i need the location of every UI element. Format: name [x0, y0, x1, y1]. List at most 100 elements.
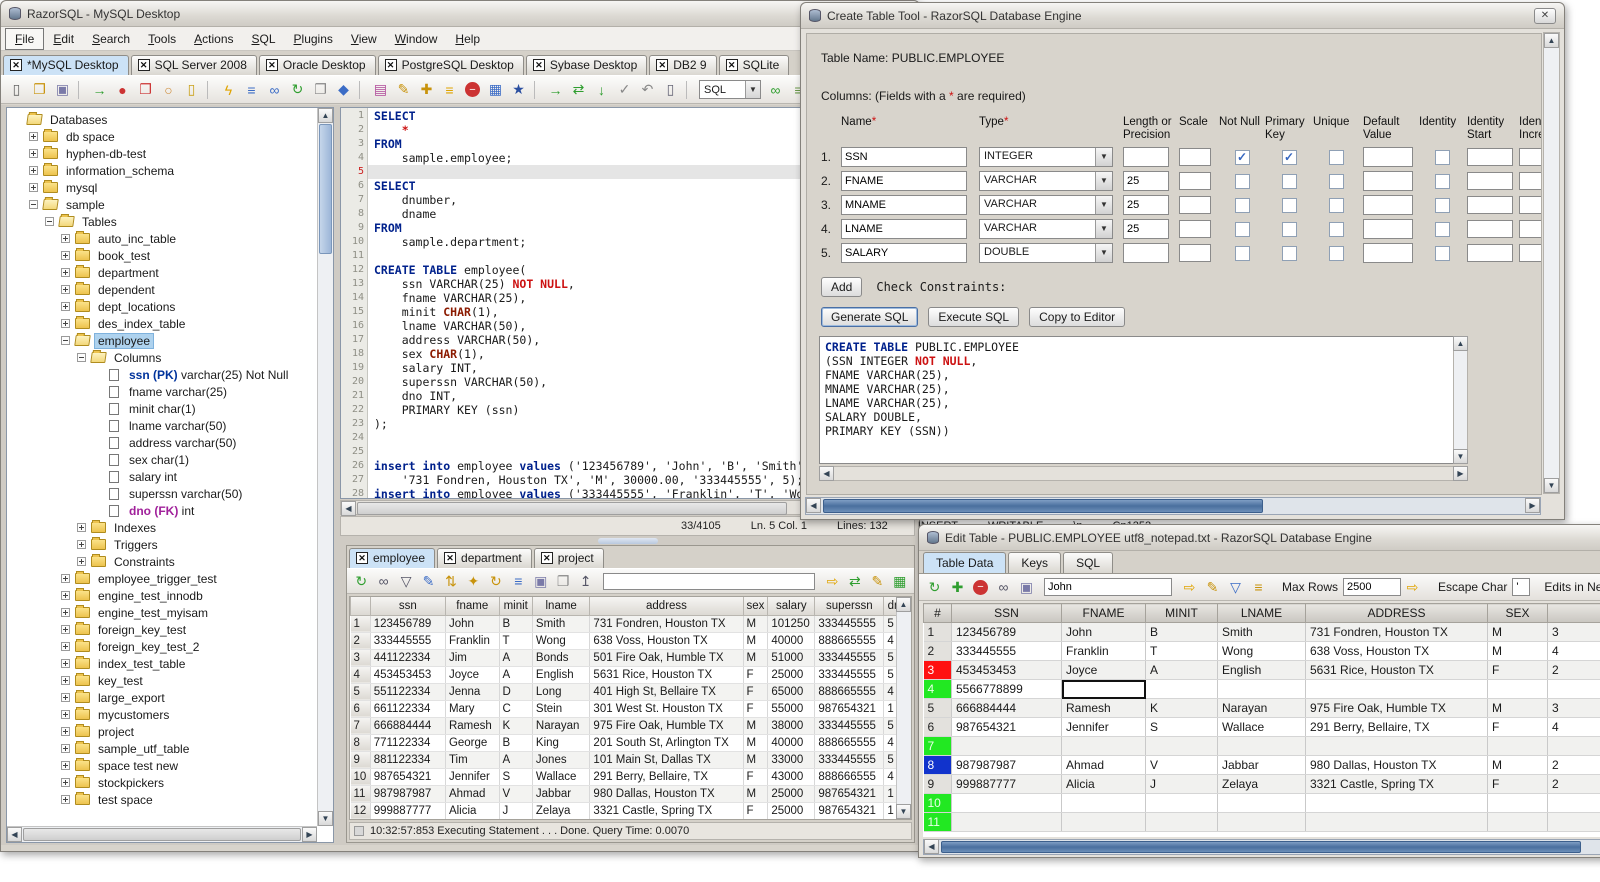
- edit-pencil-icon[interactable]: ✎: [867, 571, 887, 592]
- name-field[interactable]: [841, 195, 967, 215]
- results-cell[interactable]: Jenna: [445, 683, 500, 701]
- table-row[interactable]: 4 453453453 Joyce A English 5631 Rice, Housto…: [350, 666, 911, 684]
- copy-document-icon[interactable]: ❐: [310, 79, 331, 100]
- close-tab-icon[interactable]: ✕: [356, 552, 368, 564]
- tree-item-employee[interactable]: employee: [9, 332, 317, 349]
- edit-cell[interactable]: 4: [1547, 717, 1600, 737]
- results-cell[interactable]: M: [743, 751, 769, 769]
- results-tab-employee[interactable]: ✕ employee: [349, 548, 436, 568]
- edit-cell[interactable]: M: [1487, 755, 1548, 775]
- table-row[interactable]: 4 5566778899: [923, 679, 1600, 699]
- menu-plugins[interactable]: Plugins: [285, 29, 342, 49]
- row-number[interactable]: 11: [350, 785, 371, 803]
- row-number[interactable]: 6: [350, 700, 371, 718]
- results-column-header-sex[interactable]: sex: [742, 597, 769, 616]
- results-cell[interactable]: 661122334: [370, 700, 446, 718]
- results-cell[interactable]: C: [499, 700, 533, 718]
- type-select[interactable]: VARCHAR ▼: [979, 171, 1113, 191]
- row-number[interactable]: 7: [350, 717, 371, 735]
- generate-ddl-icon[interactable]: ▦: [485, 79, 506, 100]
- table-row[interactable]: 10: [923, 793, 1600, 813]
- results-column-header-minit[interactable]: minit: [498, 597, 533, 616]
- results-tab-project[interactable]: ✕ project: [533, 548, 604, 568]
- export-excel-icon[interactable]: ▦: [890, 571, 910, 592]
- expand-icon[interactable]: [61, 591, 70, 600]
- default_value-field[interactable]: [1363, 219, 1413, 239]
- connection-tab-sybase-desktop[interactable]: ✕ Sybase Desktop: [525, 55, 648, 75]
- scroll-left-arrow-icon[interactable]: ◀: [924, 839, 939, 854]
- commit-icon[interactable]: ○: [158, 79, 179, 100]
- edit-cell[interactable]: Jennifer: [1061, 717, 1146, 737]
- tree-item-sex-char-1-[interactable]: sex char(1): [9, 451, 317, 468]
- results-cell[interactable]: B: [499, 615, 533, 633]
- expand-icon[interactable]: [61, 625, 70, 634]
- default_value-field[interactable]: [1363, 171, 1413, 191]
- table-row[interactable]: 8 987987987 Ahmad V Jabbar 980 Dallas, Housto…: [923, 755, 1600, 775]
- results-cell[interactable]: D: [499, 683, 533, 701]
- tree-item-index-test-table[interactable]: index_test_table: [9, 655, 317, 672]
- edit-cell[interactable]: 4: [1547, 641, 1600, 661]
- connection-tab-postgresql-desktop[interactable]: ✕ PostgreSQL Desktop: [377, 55, 524, 75]
- row-number[interactable]: 12: [350, 802, 371, 819]
- edit-cell[interactable]: Alicia: [1061, 774, 1146, 794]
- expand-icon[interactable]: [61, 608, 70, 617]
- identity-checkbox[interactable]: [1434, 197, 1450, 213]
- menu-search[interactable]: Search: [83, 29, 139, 49]
- table-row[interactable]: 5 551122334 Jenna D Long 401 High St, Bellair…: [350, 683, 911, 701]
- menu-file[interactable]: File: [5, 27, 45, 50]
- add-column-button[interactable]: Add: [821, 277, 863, 297]
- edit-cell[interactable]: [1217, 812, 1306, 832]
- expand-icon[interactable]: [61, 319, 70, 328]
- type-select[interactable]: DOUBLE ▼: [979, 243, 1113, 263]
- execute-lightning-icon[interactable]: ϟ: [218, 79, 239, 100]
- generate-sql-button[interactable]: Generate SQL: [821, 307, 919, 327]
- unique-checkbox[interactable]: [1328, 245, 1344, 261]
- tree-item-project[interactable]: project: [9, 723, 317, 740]
- results-cell[interactable]: 333445555: [814, 717, 885, 735]
- edit-column-header-minit[interactable]: MINIT: [1145, 603, 1218, 623]
- results-cell[interactable]: K: [499, 717, 533, 735]
- identity_increment-field[interactable]: [1519, 220, 1541, 238]
- expand-icon[interactable]: [61, 659, 70, 668]
- edit-cell[interactable]: Zelaya: [1217, 774, 1306, 794]
- refresh-schema-icon[interactable]: ↻: [287, 79, 308, 100]
- not_null-checkbox[interactable]: [1234, 221, 1250, 237]
- connection-tab-oracle-desktop[interactable]: ✕ Oracle Desktop: [258, 55, 376, 75]
- results-cell[interactable]: 987654321: [370, 768, 446, 786]
- edit-cell[interactable]: 975 Fire Oak, Humble TX: [1305, 698, 1488, 718]
- window-hscroll-thumb[interactable]: [823, 499, 1263, 513]
- edit-cell[interactable]: F: [1487, 660, 1548, 680]
- edit-column-header-sex[interactable]: SEX: [1487, 603, 1548, 623]
- edit-table-titlebar[interactable]: Edit Table - PUBLIC.EMPLOYEE utf8_notepa…: [919, 525, 1600, 551]
- tree-item-db-space[interactable]: db space: [9, 128, 317, 145]
- row-number[interactable]: 5: [923, 698, 952, 718]
- scroll-up-arrow-icon[interactable]: ▲: [318, 108, 333, 123]
- type-select[interactable]: VARCHAR ▼: [979, 219, 1113, 239]
- results-cell[interactable]: T: [499, 632, 533, 650]
- compare-files-icon[interactable]: ◆: [333, 79, 354, 100]
- results-cell[interactable]: 101250: [767, 615, 816, 633]
- edit-cell[interactable]: M: [1487, 641, 1548, 661]
- tree-item-information-schema[interactable]: information_schema: [9, 162, 317, 179]
- results-cell[interactable]: Alicia: [445, 802, 500, 819]
- edit-cell[interactable]: [1305, 812, 1488, 832]
- results-cell[interactable]: King: [532, 734, 591, 752]
- expand-icon[interactable]: [29, 183, 38, 192]
- results-cell[interactable]: Jabbar: [532, 785, 591, 803]
- results-cell[interactable]: 731 Fondren, Houston TX: [589, 615, 744, 633]
- edit-cell[interactable]: 999887777: [951, 774, 1062, 794]
- tree-item-employee-trigger-test[interactable]: employee_trigger_test: [9, 570, 317, 587]
- table-row[interactable]: 11 987987987 Ahmad V Jabbar 980 Dallas, Houst…: [350, 785, 911, 803]
- row-number[interactable]: 4: [350, 666, 371, 684]
- edit-cell[interactable]: [1145, 793, 1218, 813]
- results-search-input[interactable]: [602, 572, 816, 590]
- results-cell[interactable]: Smith: [532, 615, 591, 633]
- tree-item-address-varchar-50-[interactable]: address varchar(50): [9, 434, 317, 451]
- row-number[interactable]: 5: [350, 683, 371, 701]
- expand-icon[interactable]: [61, 676, 70, 685]
- row-number[interactable]: 10: [350, 768, 371, 786]
- results-column-header-lname[interactable]: lname: [531, 597, 591, 616]
- length-field[interactable]: [1123, 195, 1169, 215]
- scroll-up-arrow-icon[interactable]: ▲: [1544, 33, 1559, 48]
- scale-field[interactable]: [1179, 172, 1211, 190]
